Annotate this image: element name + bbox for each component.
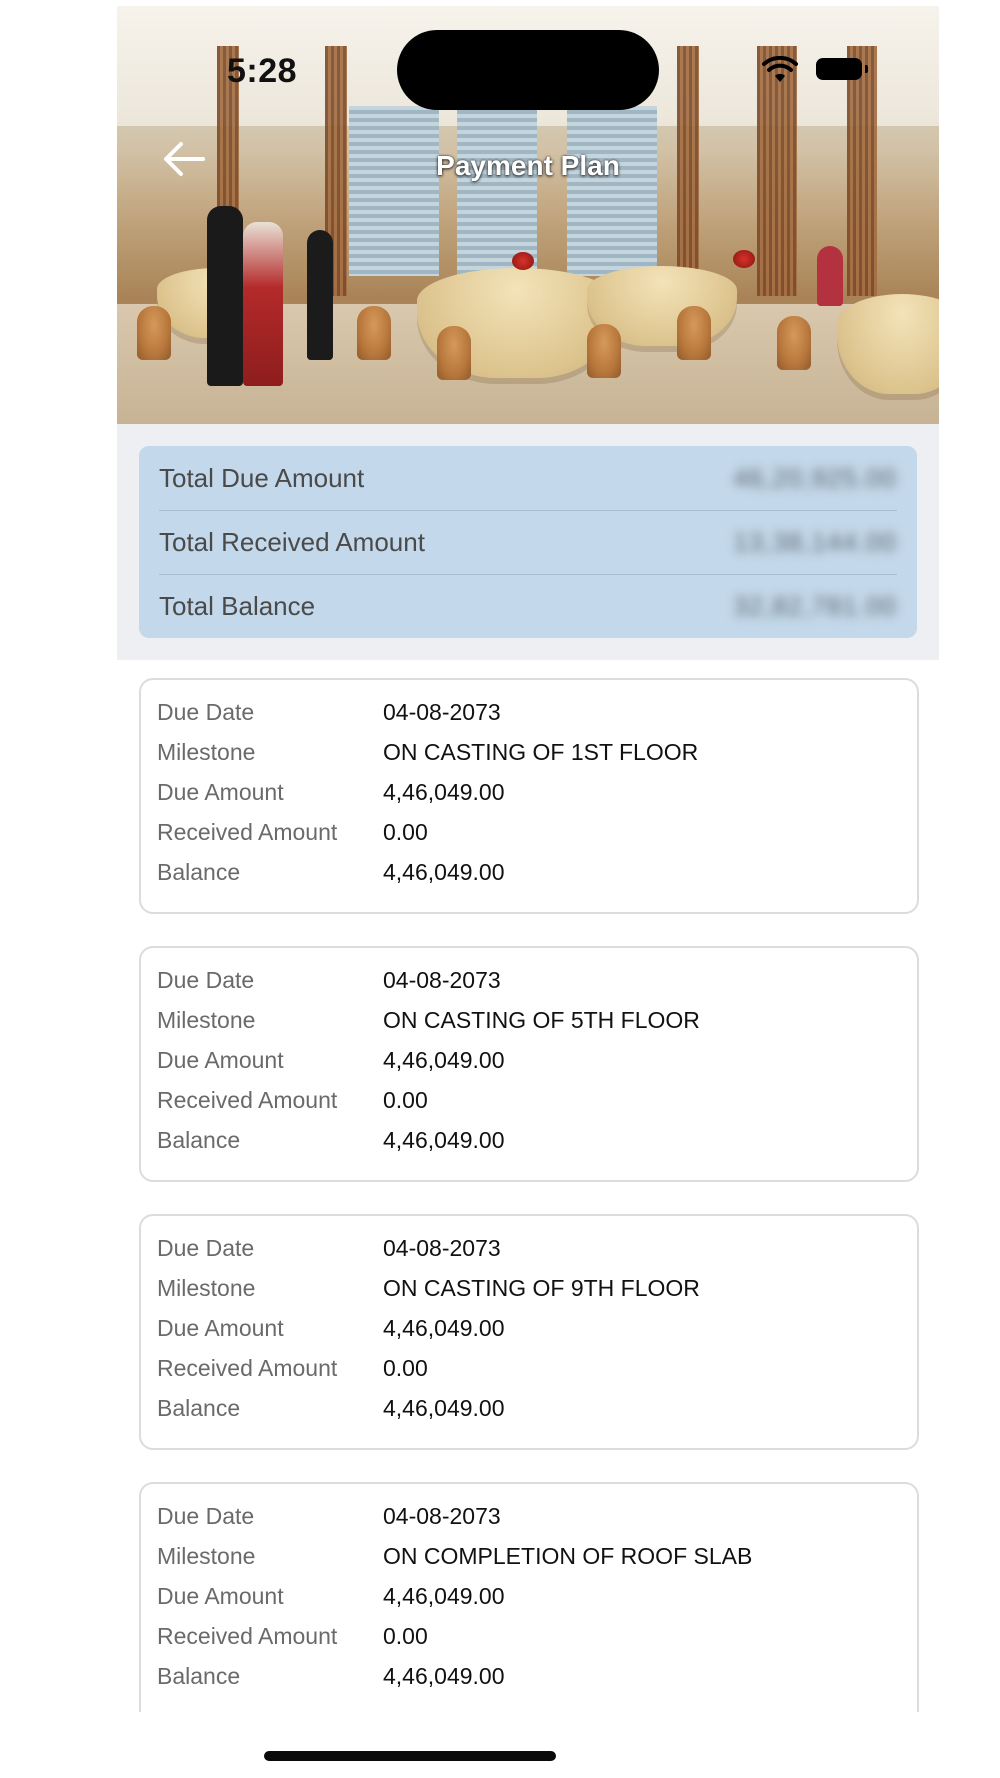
flower-centerpiece	[512, 252, 534, 270]
field-label: Due Amount	[157, 778, 284, 805]
summary-label: Total Due Amount	[159, 462, 365, 493]
field-label: Milestone	[157, 1274, 256, 1301]
guest-figure	[243, 222, 283, 386]
summary-row-total-balance: Total Balance 32,82,781.00	[159, 574, 897, 638]
milestone-value: ON CASTING OF 1ST FLOOR	[383, 738, 699, 765]
field-due-amount: Due Amount 4,46,049.00	[157, 1578, 897, 1614]
field-milestone: Milestone ON CASTING OF 5TH FLOOR	[157, 1002, 897, 1038]
banquet-chair	[437, 326, 471, 380]
summary-row-total-received: Total Received Amount 13,38,144.00	[159, 510, 897, 575]
home-indicator[interactable]	[264, 1751, 556, 1761]
balance-value: 4,46,049.00	[383, 858, 505, 885]
milestone-card: Due Date 04-08-2073 Milestone ON COMPLET…	[139, 1482, 919, 1728]
banquet-window	[349, 106, 439, 276]
banquet-chair	[777, 316, 811, 370]
field-due-amount: Due Amount 4,46,049.00	[157, 1042, 897, 1078]
banquet-chair	[137, 306, 171, 360]
field-milestone: Milestone ON CASTING OF 9TH FLOOR	[157, 1270, 897, 1306]
field-due-amount: Due Amount 4,46,049.00	[157, 1310, 897, 1346]
field-label: Due Date	[157, 698, 255, 725]
due-date-value: 04-08-2073	[383, 698, 501, 725]
app-screen: 5:28 Payment Plan Total Due Amount 46,20…	[117, 6, 939, 1778]
banquet-window	[457, 106, 537, 276]
banquet-chair	[677, 306, 711, 360]
field-milestone: Milestone ON COMPLETION OF ROOF SLAB	[157, 1538, 897, 1574]
field-received-amount: Received Amount 0.00	[157, 1082, 897, 1118]
flower-centerpiece	[733, 250, 755, 268]
field-label: Balance	[157, 1662, 241, 1689]
banquet-chair	[587, 324, 621, 378]
balance-value: 4,46,049.00	[383, 1662, 505, 1689]
balance-value: 4,46,049.00	[383, 1394, 505, 1421]
field-received-amount: Received Amount 0.00	[157, 814, 897, 850]
wifi-icon	[762, 56, 798, 82]
field-due-date: Due Date 04-08-2073	[157, 694, 897, 730]
field-label: Due Amount	[157, 1046, 284, 1073]
field-balance: Balance 4,46,049.00	[157, 1658, 897, 1694]
dynamic-island	[397, 30, 659, 110]
due-amount-value: 4,46,049.00	[383, 1582, 505, 1609]
page-title: Payment Plan	[436, 150, 620, 181]
field-label: Balance	[157, 858, 241, 885]
milestone-value: ON CASTING OF 5TH FLOOR	[383, 1006, 700, 1033]
bottom-safe-area	[117, 1712, 939, 1778]
summary-label: Total Balance	[159, 590, 316, 621]
field-received-amount: Received Amount 0.00	[157, 1350, 897, 1386]
field-label: Balance	[157, 1126, 241, 1153]
summary-section: Total Due Amount 46,20,925.00 Total Rece…	[117, 424, 939, 660]
battery-icon	[816, 58, 868, 80]
field-label: Due Date	[157, 1502, 255, 1529]
field-due-date: Due Date 04-08-2073	[157, 1230, 897, 1266]
field-label: Milestone	[157, 1542, 256, 1569]
due-date-value: 04-08-2073	[383, 1502, 501, 1529]
summary-value-blurred: 46,20,925.00	[733, 462, 897, 493]
field-balance: Balance 4,46,049.00	[157, 1390, 897, 1426]
field-label: Due Amount	[157, 1582, 284, 1609]
field-label: Received Amount	[157, 1354, 338, 1381]
field-label: Received Amount	[157, 818, 338, 845]
field-label: Due Date	[157, 966, 255, 993]
field-label: Received Amount	[157, 1086, 338, 1113]
field-label: Due Date	[157, 1234, 255, 1261]
field-due-date: Due Date 04-08-2073	[157, 1498, 897, 1534]
milestone-value: ON COMPLETION OF ROOF SLAB	[383, 1542, 753, 1569]
milestone-card: Due Date 04-08-2073 Milestone ON CASTING…	[139, 946, 919, 1182]
summary-label: Total Received Amount	[159, 526, 425, 557]
field-label: Milestone	[157, 1006, 256, 1033]
summary-value-blurred: 13,38,144.00	[733, 526, 897, 557]
field-due-amount: Due Amount 4,46,049.00	[157, 774, 897, 810]
milestone-card: Due Date 04-08-2073 Milestone ON CASTING…	[139, 678, 919, 914]
received-amount-value: 0.00	[383, 1354, 428, 1381]
field-balance: Balance 4,46,049.00	[157, 1122, 897, 1158]
milestone-card: Due Date 04-08-2073 Milestone ON CASTING…	[139, 1214, 919, 1450]
balance-value: 4,46,049.00	[383, 1126, 505, 1153]
field-label: Balance	[157, 1394, 241, 1421]
received-amount-value: 0.00	[383, 1086, 428, 1113]
due-amount-value: 4,46,049.00	[383, 1314, 505, 1341]
due-date-value: 04-08-2073	[383, 966, 501, 993]
field-label: Received Amount	[157, 1622, 338, 1649]
field-label: Milestone	[157, 738, 256, 765]
field-balance: Balance 4,46,049.00	[157, 854, 897, 890]
summary-row-total-due: Total Due Amount 46,20,925.00	[159, 446, 897, 511]
field-due-date: Due Date 04-08-2073	[157, 962, 897, 998]
status-bar-time: 5:28	[227, 52, 298, 90]
milestone-value: ON CASTING OF 9TH FLOOR	[383, 1274, 700, 1301]
received-amount-value: 0.00	[383, 818, 428, 845]
summary-value-blurred: 32,82,781.00	[733, 590, 897, 621]
due-date-value: 04-08-2073	[383, 1234, 501, 1261]
due-amount-value: 4,46,049.00	[383, 1046, 505, 1073]
field-label: Due Amount	[157, 1314, 284, 1341]
banquet-chair	[357, 306, 391, 360]
due-amount-value: 4,46,049.00	[383, 778, 505, 805]
field-milestone: Milestone ON CASTING OF 1ST FLOOR	[157, 734, 897, 770]
guest-figure	[817, 246, 843, 306]
guest-figure	[207, 206, 243, 386]
banquet-window	[567, 106, 657, 276]
summary-card: Total Due Amount 46,20,925.00 Total Rece…	[139, 446, 917, 638]
received-amount-value: 0.00	[383, 1622, 428, 1649]
guest-figure	[307, 230, 333, 360]
field-received-amount: Received Amount 0.00	[157, 1618, 897, 1654]
header-banner-image: 5:28 Payment Plan	[117, 6, 939, 424]
